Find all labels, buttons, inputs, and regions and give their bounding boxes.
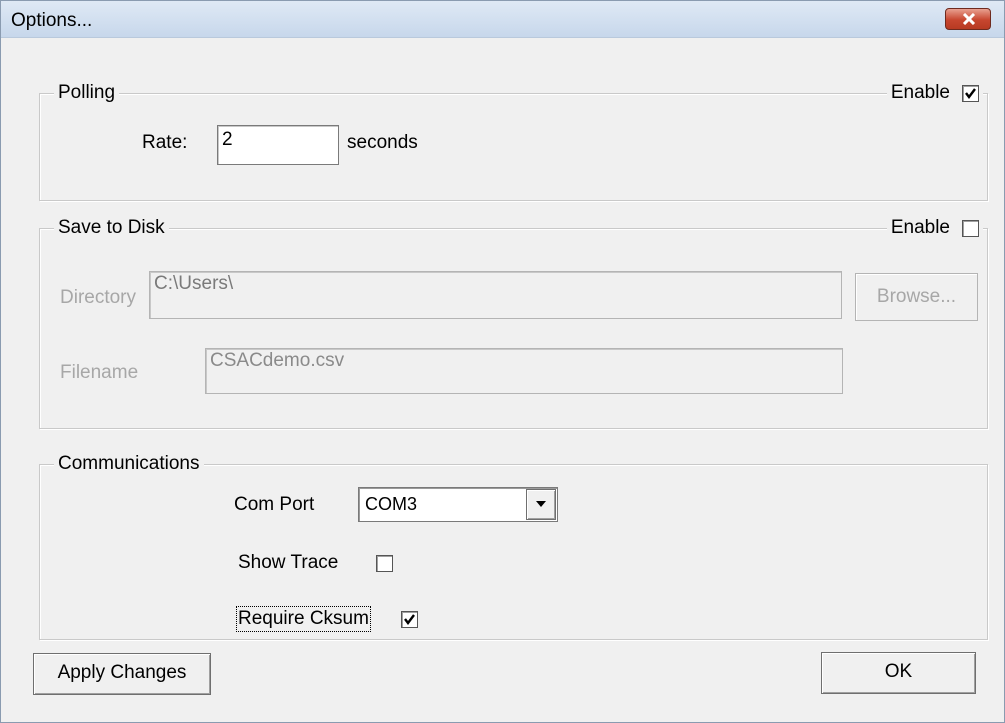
polling-group: Polling Enable Rate: 2 seconds	[39, 82, 988, 201]
save-to-disk-enable-checkbox[interactable]	[962, 219, 979, 237]
close-button[interactable]	[945, 8, 991, 30]
save-to-disk-group-title: Save to Disk	[54, 217, 169, 239]
polling-enable-checkbox[interactable]	[962, 84, 979, 102]
rate-units-label: seconds	[347, 132, 418, 153]
polling-enable[interactable]: Enable	[886, 82, 983, 104]
com-port-value: COM3	[365, 494, 418, 514]
save-to-disk-enable-label: Enable	[890, 217, 950, 238]
require-cksum-checkbox[interactable]	[401, 611, 418, 628]
rate-label: Rate:	[142, 132, 188, 153]
require-cksum-label[interactable]: Require Cksum	[236, 606, 371, 632]
title-bar[interactable]: Options...	[1, 1, 1004, 38]
polling-enable-label: Enable	[890, 82, 950, 103]
com-port-select[interactable]: COM3	[358, 487, 558, 522]
save-to-disk-enable[interactable]: Enable	[886, 217, 983, 239]
filename-label: Filename	[60, 362, 139, 383]
save-to-disk-group: Save to Disk Enable Directory C:\Users\ …	[39, 217, 988, 429]
polling-group-title: Polling	[54, 82, 120, 104]
com-port-dropdown-button[interactable]	[526, 489, 556, 520]
communications-group-title: Communications	[54, 453, 204, 475]
ok-button[interactable]: OK	[821, 652, 976, 694]
directory-label: Directory	[60, 287, 137, 308]
rate-input[interactable]: 2	[217, 125, 339, 165]
com-port-label: Com Port	[234, 494, 315, 515]
apply-changes-button[interactable]: Apply Changes	[33, 653, 211, 695]
filename-input[interactable]: CSACdemo.csv	[205, 348, 843, 394]
show-trace-checkbox[interactable]	[376, 555, 393, 572]
browse-button[interactable]: Browse...	[855, 273, 978, 321]
communications-group: Communications Com Port COM3 Show Trace …	[39, 453, 988, 640]
directory-input[interactable]: C:\Users\	[149, 271, 842, 319]
show-trace-label: Show Trace	[238, 552, 339, 573]
window-title: Options...	[11, 10, 93, 31]
options-dialog: Options... Polling Enable Rate: 2 second…	[0, 0, 1005, 723]
